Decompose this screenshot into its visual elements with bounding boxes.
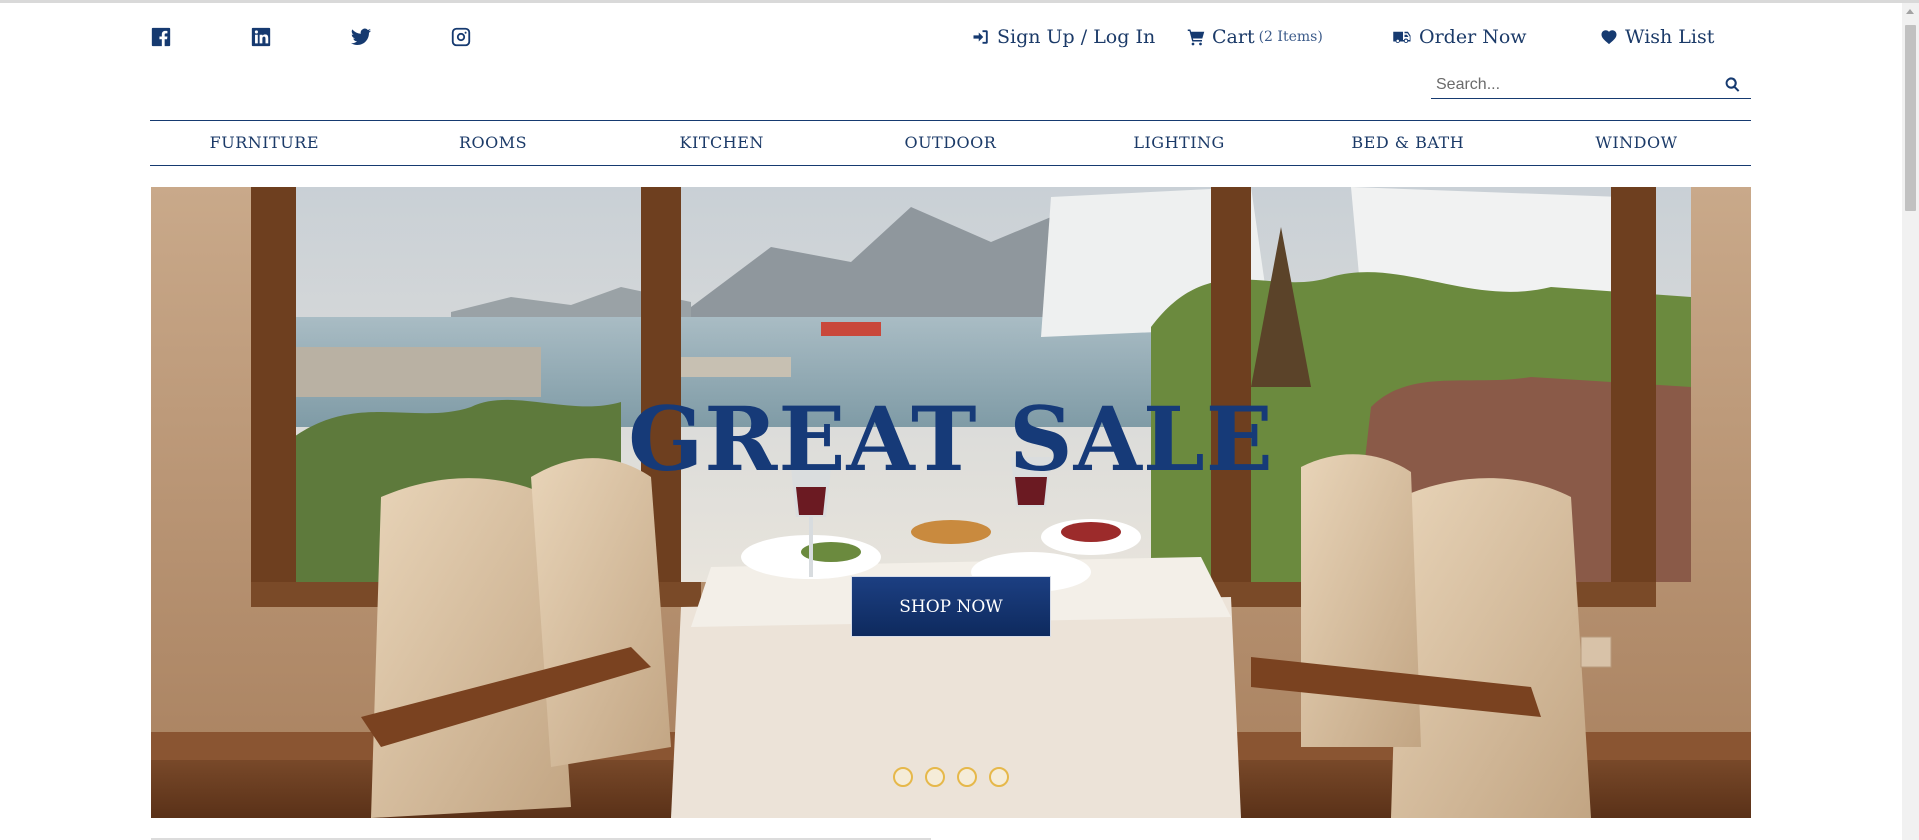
shop-now-button[interactable]: SHOP NOW [851,576,1051,637]
page-scrollbar[interactable] [1902,3,1919,840]
nav-item-outdoor[interactable]: OUTDOOR [836,121,1065,165]
search-input[interactable] [1431,75,1711,94]
slide-dot-2[interactable] [925,767,945,787]
truck-icon [1393,31,1411,43]
slider-dots [893,767,1021,787]
order-now-link[interactable]: Order Now [1391,24,1527,50]
nav-item-bed-bath[interactable]: BED & BATH [1293,121,1522,165]
nav-item-furniture[interactable]: FURNITURE [150,121,379,165]
hero-slider: GREAT SALE SHOP NOW [151,187,1751,818]
top-divider [0,0,1919,3]
hero-title: GREAT SALE [628,387,1274,491]
cart-link[interactable]: Cart (2 Items) [1187,24,1323,50]
order-now-label: Order Now [1419,26,1527,48]
nav-item-kitchen[interactable]: KITCHEN [607,121,836,165]
slide-dot-4[interactable] [989,767,1009,787]
scroll-thumb[interactable] [1905,25,1916,211]
signup-login-link[interactable]: Sign Up / Log In [972,24,1155,50]
hero-image [151,187,1751,818]
scroll-up-arrow-icon[interactable] [1906,9,1914,14]
wish-list-link[interactable]: Wish List [1600,24,1714,50]
cart-count: (2 Items) [1258,29,1323,45]
heart-icon [1601,30,1617,45]
main-nav: FURNITURE ROOMS KITCHEN OUTDOOR LIGHTING… [150,120,1751,166]
nav-item-window[interactable]: WINDOW [1522,121,1751,165]
search-icon[interactable] [1724,76,1741,93]
search-box [1431,71,1751,99]
sign-in-icon [973,30,988,44]
slide-dot-1[interactable] [893,767,913,787]
nav-item-rooms[interactable]: ROOMS [379,121,608,165]
cart-label: Cart [1212,26,1255,48]
slide-dot-3[interactable] [957,767,977,787]
cart-icon [1187,29,1205,46]
top-links: Sign Up / Log In Cart (2 Items) Order No… [0,24,1919,54]
nav-item-lighting[interactable]: LIGHTING [1065,121,1294,165]
signup-login-label: Sign Up / Log In [997,26,1156,48]
wish-list-label: Wish List [1625,26,1715,48]
